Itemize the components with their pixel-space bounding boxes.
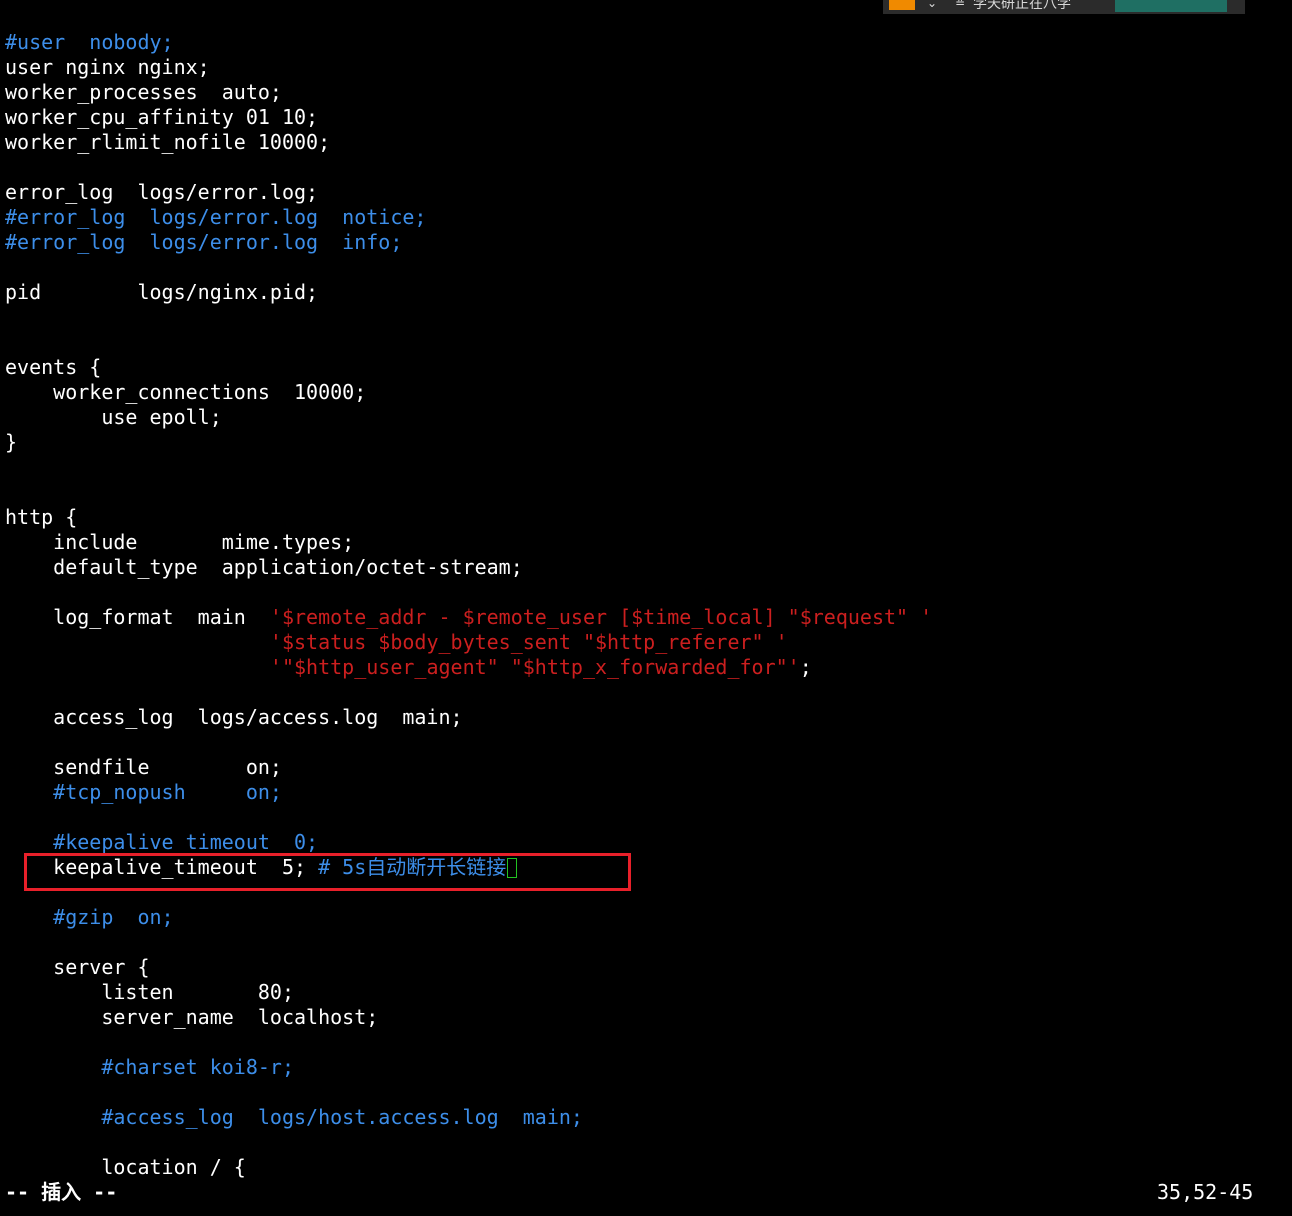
code-line: worker_cpu_affinity 01 10; — [5, 105, 1285, 130]
comment-token: #tcp_nopush on; — [5, 780, 282, 804]
comment-token: # 5s自动断开长链接 — [318, 855, 507, 879]
comment-token: #error_log logs/error.log notice; — [5, 205, 427, 229]
code-line: #gzip on; — [5, 905, 1285, 930]
code-token: ; — [799, 655, 812, 679]
comment-token: #keepalive_timeout 0; — [5, 830, 319, 854]
comment-token: #access_log logs/host.access.log main; — [5, 1105, 583, 1129]
code-token: } — [5, 430, 18, 454]
code-token: use epoll; — [5, 405, 222, 429]
text-cursor — [507, 858, 518, 878]
string-token: '$remote_addr - $remote_user [$time_loca… — [269, 605, 933, 629]
comment-token: #charset koi8-r; — [5, 1055, 294, 1079]
comment-token: #user nobody; — [5, 30, 174, 54]
code-line: location / { — [5, 1155, 1285, 1180]
code-token: worker_rlimit_nofile 10000; — [5, 130, 331, 154]
code-line: #tcp_nopush on; — [5, 780, 1285, 805]
code-token: server { — [5, 955, 150, 979]
code-token: user nginx nginx; — [5, 55, 210, 79]
code-line: worker_processes auto; — [5, 80, 1285, 105]
code-line: access_log logs/access.log main; — [5, 705, 1285, 730]
cursor-position: 35,52-45 — [1157, 1180, 1254, 1204]
string-token: '"$http_user_agent" "$http_x_forwarded_f… — [269, 655, 800, 679]
comment-token: #error_log logs/error.log info; — [5, 230, 403, 254]
insert-mode-indicator: -- 插入 -- — [5, 1180, 118, 1204]
app-icon[interactable] — [889, 0, 915, 10]
code-token: keepalive_timeout 5; — [5, 855, 319, 879]
code-line: keepalive_timeout 5; # 5s自动断开长链接 — [5, 855, 1285, 880]
taskbar-label: 学天研正在八学 — [973, 0, 1071, 12]
code-line: worker_rlimit_nofile 10000; — [5, 130, 1285, 155]
taskbar-strip: ⌄ ≙ 学天研正在八学 — [883, 0, 1245, 14]
code-line: #charset koi8-r; — [5, 1055, 1285, 1080]
vim-status-line: -- 插入 -- 35,52-45 — [5, 1180, 1292, 1205]
code-token: http { — [5, 505, 78, 529]
code-line: use epoll; — [5, 405, 1285, 430]
code-line: error_log logs/error.log; — [5, 180, 1285, 205]
window-thumbnail[interactable] — [1115, 0, 1227, 12]
code-token: log_format main — [5, 605, 270, 629]
code-line: worker_connections 10000; — [5, 380, 1285, 405]
code-token: worker_processes auto; — [5, 80, 282, 104]
string-token: '$status $body_bytes_sent "$http_referer… — [269, 630, 788, 654]
code-token: pid logs/nginx.pid; — [5, 280, 319, 304]
vim-editor-buffer[interactable]: #user nobody; user nginx nginx; worker_pro… — [5, 30, 1285, 1180]
code-line: user nginx nginx; — [5, 55, 1285, 80]
code-line: http { — [5, 505, 1285, 530]
code-token: worker_cpu_affinity 01 10; — [5, 105, 319, 129]
code-token: error_log logs/error.log; — [5, 180, 319, 204]
code-line: server { — [5, 955, 1285, 980]
code-token: include mime.types; — [5, 530, 355, 554]
code-token: worker_connections 10000; — [5, 380, 367, 404]
code-line: #error_log logs/error.log info; — [5, 230, 1285, 255]
code-line: log_format main '$remote_addr - $remote_… — [5, 605, 1285, 630]
code-token: default_type application/octet-stream; — [5, 555, 523, 579]
code-line: events { — [5, 355, 1285, 380]
code-line: } — [5, 430, 1285, 455]
comment-token: #gzip on; — [5, 905, 174, 929]
code-line: listen 80; — [5, 980, 1285, 1005]
code-token: events { — [5, 355, 102, 379]
code-token: server_name localhost; — [5, 1005, 379, 1029]
code-token: access_log logs/access.log main; — [5, 705, 463, 729]
code-token: location / { — [5, 1155, 246, 1179]
code-line: '"$http_user_agent" "$http_x_forwarded_f… — [5, 655, 1285, 680]
code-line: #keepalive_timeout 0; — [5, 830, 1285, 855]
code-line: sendfile on; — [5, 755, 1285, 780]
network-icon[interactable]: ≙ — [955, 0, 969, 9]
code-line: include mime.types; — [5, 530, 1285, 555]
chevron-down-icon[interactable]: ⌄ — [927, 0, 941, 9]
code-token: sendfile on; — [5, 755, 282, 779]
code-line: default_type application/octet-stream; — [5, 555, 1285, 580]
code-line: #user nobody; — [5, 30, 1285, 55]
code-line: server_name localhost; — [5, 1005, 1285, 1030]
code-line: '$status $body_bytes_sent "$http_referer… — [5, 630, 1285, 655]
code-token: listen 80; — [5, 980, 294, 1004]
code-line: #access_log logs/host.access.log main; — [5, 1105, 1285, 1130]
code-line: pid logs/nginx.pid; — [5, 280, 1285, 305]
code-line: #error_log logs/error.log notice; — [5, 205, 1285, 230]
